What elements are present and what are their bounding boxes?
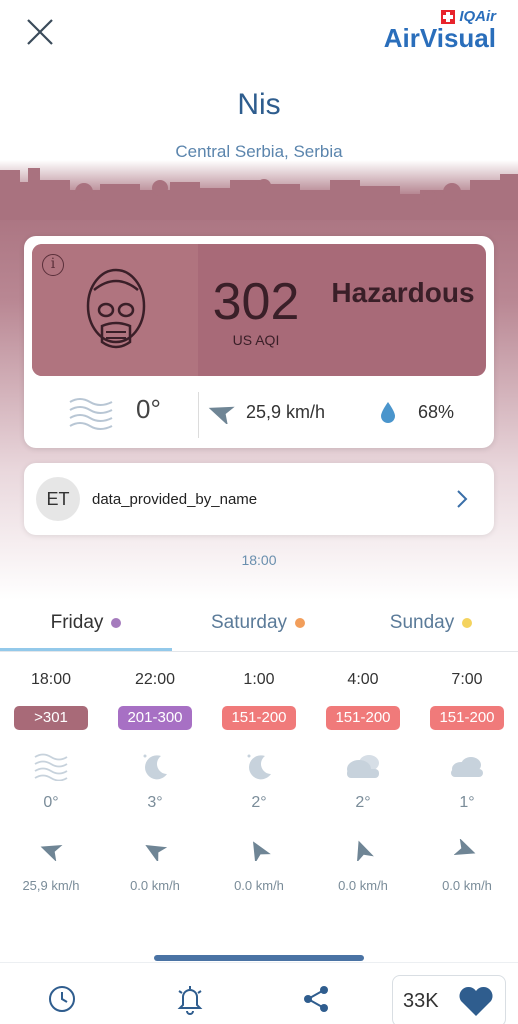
aqi-dot (295, 617, 306, 628)
forecast-time: 1:00 (243, 671, 275, 688)
forecast-temp: 1° (459, 794, 475, 811)
weather-row: 0° 25,9 km/h 68% (24, 380, 494, 448)
aqi-badge: 151-200 (222, 706, 296, 730)
forecast-wind: 0.0 km/h (130, 878, 180, 893)
aqi-dot (462, 617, 473, 628)
forecast-time: 18:00 (30, 671, 72, 688)
wind-direction-icon (40, 844, 63, 861)
share-icon (304, 986, 328, 1012)
haze-icon (69, 398, 113, 430)
update-time: 18:00 (241, 552, 277, 568)
aqi-panel: i 302 US AQI Hazardous (32, 244, 486, 376)
aqi-dot (111, 617, 122, 628)
tab-label: Saturday (210, 612, 288, 633)
close-button[interactable] (22, 14, 58, 50)
cloudy-icon (347, 755, 379, 778)
active-tab-indicator (0, 648, 172, 651)
wind-speed: 25,9 km/h (246, 402, 326, 422)
forecast-temp: 2° (251, 794, 267, 811)
alert-button[interactable] (170, 979, 210, 1019)
share-button[interactable] (296, 979, 336, 1019)
wind-direction-icon (454, 839, 476, 856)
scroll-handle[interactable] (154, 955, 364, 961)
wind-direction-icon (145, 845, 168, 861)
tab-friday[interactable]: Friday (0, 612, 172, 648)
forecast-column: 4:00 151-200 2° 0.0 km/h (315, 666, 411, 893)
clock-icon (49, 986, 75, 1012)
tab-label: Friday (50, 612, 104, 633)
humidity-value: 68% (418, 402, 455, 422)
forecast-temp: 0° (43, 794, 59, 811)
forecast-wind: 0.0 km/h (338, 878, 388, 893)
forecast-temp: 2° (355, 794, 371, 811)
like-count: 33K (403, 990, 439, 1012)
city-name: Nis (237, 88, 281, 121)
like-button[interactable]: 33K (392, 975, 506, 1024)
region-name: Central Serbia, Serbia (175, 142, 343, 161)
swiss-flag-icon (441, 9, 456, 24)
haze-icon (34, 753, 68, 781)
close-icon (27, 19, 53, 45)
tab-saturday[interactable]: Saturday (172, 612, 344, 648)
current-temperature: 0° (136, 394, 161, 424)
day-tabs: Friday Saturday Sunday (0, 604, 518, 652)
aqi-badge: 151-200 (326, 706, 400, 730)
data-provider-row[interactable]: ET data_provided_by_name (24, 463, 494, 535)
aqi-badge: 201-300 (118, 706, 192, 730)
provider-name: data_provided_by_name (92, 491, 258, 508)
info-icon[interactable]: i (42, 254, 64, 276)
provider-avatar: ET (36, 477, 80, 521)
humidity-icon (381, 402, 395, 423)
aqi-unit: US AQI (232, 332, 280, 348)
wind-direction-icon (208, 406, 235, 424)
brand-logo: IQAir AirVisual (384, 8, 496, 54)
history-button[interactable] (42, 979, 82, 1019)
aqi-level: Hazardous (331, 277, 475, 308)
gas-mask-icon (86, 268, 146, 349)
divider (198, 392, 199, 438)
forecast-wind: 0.0 km/h (442, 878, 492, 893)
wind-direction-icon (253, 841, 271, 861)
forecast-wind: 0.0 km/h (234, 878, 284, 893)
forecast-column: 1:00 151-200 2° 0.0 km/h (211, 666, 307, 893)
bell-icon (177, 986, 203, 1015)
aqi-value: 302 (212, 273, 300, 331)
aqi-card: i 302 US AQI Hazardous 0° 25,9 km/h 68% (24, 236, 494, 448)
tab-sunday[interactable]: Sunday (344, 612, 518, 648)
wind-direction-icon (356, 840, 374, 861)
forecast-time: 7:00 (451, 671, 483, 688)
tab-label: Sunday (389, 612, 455, 633)
clear-night-icon (143, 754, 167, 780)
forecast-time: 22:00 (134, 671, 176, 688)
forecast-column: 22:00 201-300 3° 0.0 km/h (107, 666, 203, 893)
brand-bottom-text: AirVisual (383, 23, 496, 53)
aqi-badge: >301 (14, 706, 88, 730)
forecast-wind: 25,9 km/h (22, 878, 80, 893)
chevron-right-icon (457, 490, 468, 508)
forecast-temp: 3° (147, 794, 163, 811)
heart-icon (459, 986, 493, 1016)
forecast-time: 4:00 (347, 671, 379, 688)
bottom-action-bar: 33K (0, 962, 518, 1024)
cloud-icon (451, 757, 483, 777)
forecast-column: 18:00 >301 0° 25,9 km/h (3, 666, 99, 893)
aqi-badge: 151-200 (430, 706, 504, 730)
forecast-column: 7:00 151-200 1° 0.0 km/h (419, 666, 515, 893)
clear-night-icon (247, 754, 271, 780)
